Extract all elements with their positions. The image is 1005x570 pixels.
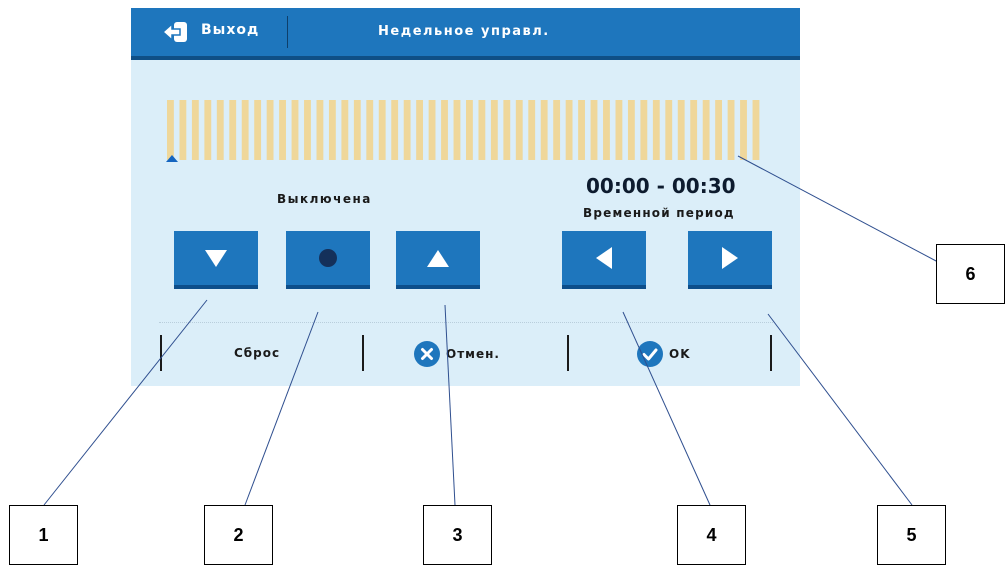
callout-lines	[43, 155, 939, 506]
callout-6: 6	[936, 244, 1005, 304]
callout-2: 2	[204, 505, 273, 565]
callout-3: 3	[423, 505, 492, 565]
callout-5: 5	[877, 505, 946, 565]
callout-4: 4	[677, 505, 746, 565]
callout-1: 1	[9, 505, 78, 565]
